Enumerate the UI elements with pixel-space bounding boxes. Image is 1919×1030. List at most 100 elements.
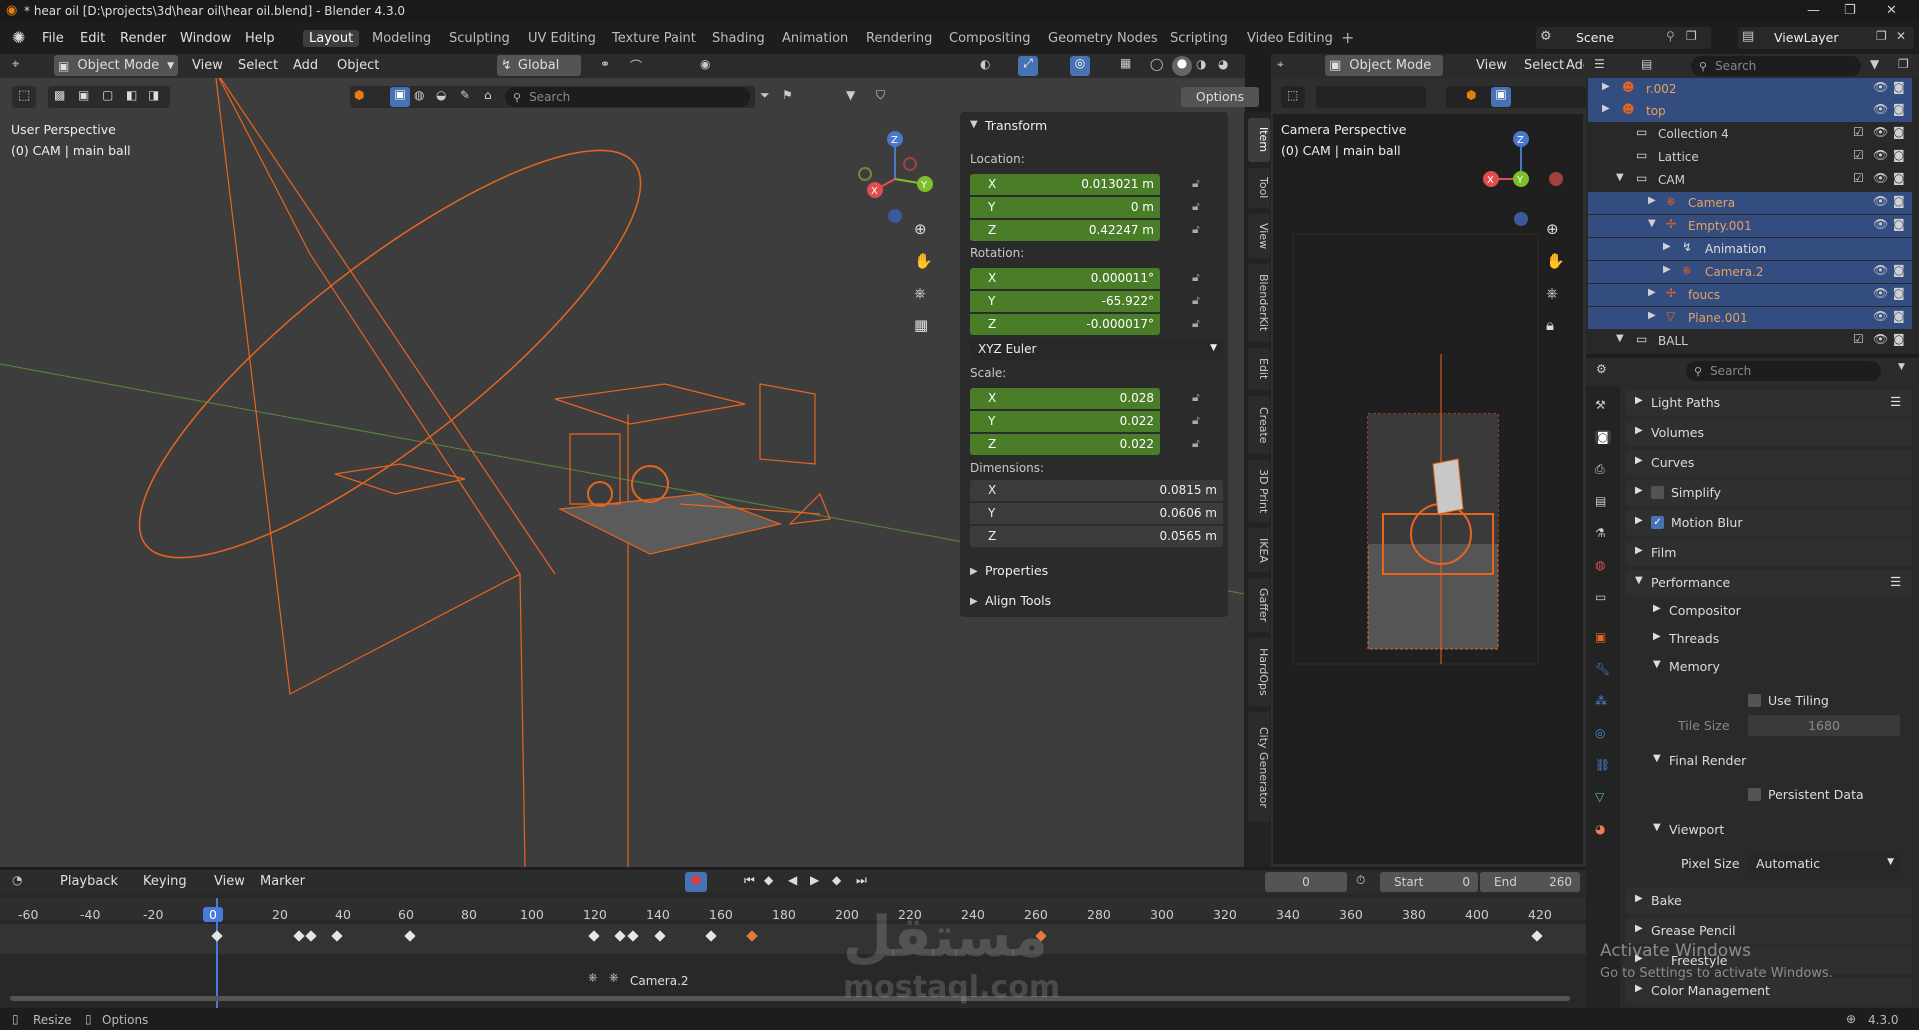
lock-icon[interactable]: 🔓︎ xyxy=(1192,293,1200,308)
tab-geometry-nodes[interactable]: Geometry Nodes xyxy=(1042,30,1164,47)
subsection-viewport[interactable]: ▼ Viewport xyxy=(1625,817,1912,843)
motion-blur-checkbox[interactable]: ✓ xyxy=(1651,516,1664,529)
outliner-row[interactable]: ▶ ⎈ Camera.2 👁︎ ◙ xyxy=(1588,261,1912,283)
blenderkit-icon[interactable]: ⬢ xyxy=(354,88,364,102)
camera-view-icon[interactable]: ⎈ xyxy=(1546,284,1558,302)
view-layer-tab-icon[interactable]: ▤ xyxy=(1595,494,1606,508)
scale-x-field[interactable]: X 0.028 xyxy=(970,388,1160,409)
section-performance[interactable]: ▼ Performance ☰ xyxy=(1625,570,1912,596)
camera-render-icon[interactable]: ◙ xyxy=(1893,125,1905,139)
viewport-menu-view[interactable]: View xyxy=(192,58,223,73)
object-tab-icon[interactable]: ▣ xyxy=(1595,630,1606,644)
new-view-layer-icon[interactable]: ❐ xyxy=(1876,29,1887,43)
outliner-row[interactable]: ▼ ▭ BALL ☑ 👁︎ ◙ xyxy=(1588,330,1912,352)
camera-render-icon[interactable]: ◙ xyxy=(1893,309,1905,323)
outliner-row[interactable]: ▭ Collection 4 ☑ 👁︎ ◙ xyxy=(1588,123,1912,145)
proportional-edit-icon[interactable]: ◉ xyxy=(700,57,710,71)
dimensions-y-field[interactable]: Y 0.0606 m xyxy=(970,503,1223,524)
camera-select-modes[interactable] xyxy=(1316,86,1426,108)
chevron-right-icon[interactable]: ▶ xyxy=(1648,195,1656,206)
camera-render-icon[interactable]: ◙ xyxy=(1893,217,1905,231)
outliner-row[interactable]: ▶ ✢ foucs 👁︎ ◙ xyxy=(1588,284,1912,306)
current-frame-indicator[interactable]: 0 xyxy=(203,907,223,922)
section-light-paths[interactable]: ▶ Light Paths ☰ xyxy=(1625,390,1912,416)
start-frame-field[interactable]: Start 0 xyxy=(1380,872,1478,892)
subsection-final-render[interactable]: ▼ Final Render xyxy=(1625,748,1912,774)
chevron-right-icon[interactable]: ▶ xyxy=(1602,81,1610,92)
presets-list-icon[interactable]: ☰ xyxy=(1890,574,1901,589)
select-tool-button[interactable]: ⬚ xyxy=(12,86,36,108)
ortho-grid-icon[interactable]: ▦ xyxy=(914,316,928,334)
camera-select-tool[interactable]: ⬚ xyxy=(1281,86,1305,108)
solid-shading-icon[interactable]: ● xyxy=(1172,56,1192,76)
timeline-menu-keying[interactable]: Keying xyxy=(143,874,187,889)
chevron-right-icon[interactable]: ▶ xyxy=(1663,241,1671,252)
mode-dropdown[interactable]: ▣ Object Mode ▼ xyxy=(54,55,178,76)
camera-marker-icon[interactable]: ⎈ xyxy=(588,970,598,985)
transform-header[interactable]: Transform xyxy=(985,118,1047,133)
tab-layout[interactable]: Layout xyxy=(303,30,360,47)
asset-type-hdr-icon[interactable]: ◒ xyxy=(436,88,446,102)
pivot-icon[interactable]: ⚭ xyxy=(600,57,610,71)
stopwatch-icon[interactable]: ⏱ xyxy=(1356,873,1365,888)
camera-menu-select[interactable]: Select xyxy=(1524,58,1564,73)
play-reverse-icon[interactable]: ◀ xyxy=(788,873,797,887)
section-curves[interactable]: ▶ Curves xyxy=(1625,450,1912,476)
outliner-row[interactable]: ▶ ⎈ Camera 👁︎ ◙ xyxy=(1588,192,1912,214)
add-workspace-icon[interactable]: + xyxy=(1341,28,1354,47)
section-film[interactable]: ▶ Film xyxy=(1625,540,1912,566)
viewport-menu-select[interactable]: Select xyxy=(238,58,278,73)
maximize-button[interactable]: ❐ xyxy=(1844,3,1856,18)
constraints-tab-icon[interactable]: ⛓ xyxy=(1595,758,1610,772)
scale-y-field[interactable]: Y 0.022 xyxy=(970,411,1160,432)
jump-end-icon[interactable]: ⏭ xyxy=(856,873,867,888)
auto-keying-record-icon[interactable]: ● xyxy=(685,872,707,892)
pan-hand-icon[interactable]: ✋ xyxy=(914,252,933,270)
eye-icon[interactable]: 👁︎ xyxy=(1873,171,1888,185)
filter-icon[interactable]: ⏷ xyxy=(760,88,770,103)
tab-sculpting[interactable]: Sculpting xyxy=(443,30,516,47)
tab-rendering[interactable]: Rendering xyxy=(860,30,938,47)
camera-render-icon[interactable]: ◙ xyxy=(1893,171,1905,185)
camera-marker-icon[interactable]: ⎈ xyxy=(609,970,619,985)
view-layer-selector[interactable]: ▤ ViewLayer ❐ ✕ xyxy=(1738,27,1914,49)
modifier-tab-icon[interactable]: 🔧︎ xyxy=(1595,662,1610,676)
camera-render-icon[interactable]: ◙ xyxy=(1893,102,1905,116)
lock-icon[interactable]: 🔓︎ xyxy=(1192,436,1200,451)
camera-render-icon[interactable]: ◙ xyxy=(1893,263,1905,277)
play-icon[interactable]: ▶ xyxy=(810,873,819,887)
tab-shading[interactable]: Shading xyxy=(706,30,771,47)
scene-selector[interactable]: ⚙ Scene ⚲ ❐ xyxy=(1536,27,1711,49)
rotation-y-field[interactable]: Y -65.922° xyxy=(970,291,1160,312)
editor-type-icon[interactable]: ⌖ xyxy=(1277,57,1284,72)
scale-z-field[interactable]: Z 0.022 xyxy=(970,434,1160,455)
section-bake[interactable]: ▶ Bake xyxy=(1625,888,1912,914)
persistent-data-checkbox[interactable] xyxy=(1748,788,1761,801)
asset-type-material-icon[interactable]: ◍ xyxy=(414,88,424,102)
tab-city-generator[interactable]: City Generator xyxy=(1248,712,1270,822)
tab-3d-print[interactable]: 3D Print xyxy=(1248,460,1270,522)
remove-view-layer-icon[interactable]: ✕ xyxy=(1896,29,1906,43)
output-tab-icon[interactable]: ⎙ xyxy=(1595,462,1605,477)
checkbox-icon[interactable]: ☑ xyxy=(1853,125,1864,139)
eye-icon[interactable]: 👁︎ xyxy=(1873,148,1888,162)
lock-icon[interactable]: 🔓︎ xyxy=(1192,316,1200,331)
editor-type-icon[interactable]: ⚙ xyxy=(1596,362,1607,376)
eye-icon[interactable]: 👁︎ xyxy=(1873,102,1888,116)
dimensions-z-field[interactable]: Z 0.0565 m xyxy=(970,526,1223,547)
outliner-row[interactable]: ▼ ▭ CAM ☑ 👁︎ ◙ xyxy=(1588,169,1912,191)
properties-search-input[interactable]: ⚲ Search xyxy=(1686,361,1881,381)
pin-icon[interactable]: ⚲ xyxy=(1666,29,1675,43)
end-frame-field[interactable]: End 260 xyxy=(1480,872,1580,892)
zoom-icon[interactable]: ⊕ xyxy=(1546,220,1559,238)
select-intersect-icon[interactable]: ◨ xyxy=(148,88,159,102)
select-new-icon[interactable]: ▩ xyxy=(54,88,65,102)
eye-icon[interactable]: 👁︎ xyxy=(1873,263,1888,277)
new-scene-icon[interactable]: ❐ xyxy=(1686,29,1697,43)
viewport-menu-add[interactable]: Add xyxy=(293,58,318,73)
funnel-icon[interactable]: ▼ xyxy=(846,88,855,102)
camera-render-icon[interactable]: ◙ xyxy=(1893,80,1905,94)
tool-tab-icon[interactable]: ⚒ xyxy=(1595,398,1606,412)
dimensions-x-field[interactable]: X 0.0815 m xyxy=(970,480,1223,501)
chevron-right-icon[interactable]: ▶ xyxy=(970,566,978,577)
